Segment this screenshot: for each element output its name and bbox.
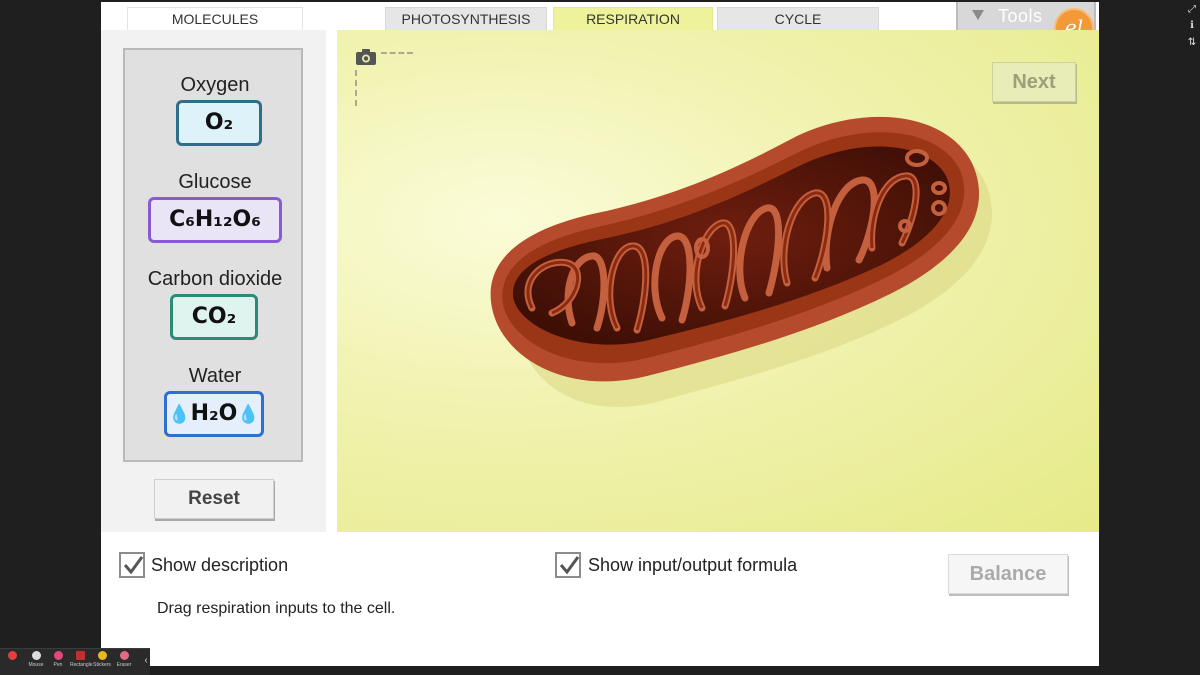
balance-button[interactable]: Balance bbox=[948, 554, 1068, 594]
camera-icon[interactable] bbox=[355, 48, 377, 66]
water-label: Water bbox=[188, 365, 242, 387]
show-description-label[interactable]: Show description bbox=[151, 555, 288, 576]
carbon-dioxide-label: Carbon dioxide bbox=[147, 268, 283, 290]
side-toolbar bbox=[1099, 0, 1200, 674]
reset-button[interactable]: Reset bbox=[154, 479, 274, 519]
water-drop-icon: 💧 bbox=[237, 404, 260, 425]
next-button[interactable]: Next bbox=[992, 62, 1076, 102]
crop-guide bbox=[381, 52, 413, 54]
gizmo-app: MOLECULES PHOTOSYNTHESIS RESPIRATION CYC… bbox=[101, 2, 1099, 666]
taskbar-mouse[interactable]: Mouse bbox=[26, 651, 46, 668]
dropdown-arrow-icon bbox=[972, 10, 984, 20]
water-formula: H₂O bbox=[190, 401, 238, 426]
taskbar-pen[interactable]: Pen bbox=[48, 651, 68, 668]
taskbar-eraser[interactable]: Eraser bbox=[114, 651, 134, 668]
info-icon[interactable]: ℹ bbox=[1186, 20, 1198, 32]
oxygen-label: Oxygen bbox=[180, 74, 250, 96]
tools-label: Tools bbox=[998, 6, 1043, 26]
mouse-icon bbox=[31, 651, 41, 660]
glucose-label: Glucose bbox=[178, 171, 252, 193]
water-molecule[interactable]: 💧H₂O💧 bbox=[164, 391, 264, 437]
tab-cycle[interactable]: CYCLE bbox=[717, 7, 879, 30]
pen-icon bbox=[53, 651, 63, 660]
water-drop-icon: 💧 bbox=[168, 404, 191, 425]
bottom-controls: Show description Show input/output formu… bbox=[101, 536, 1099, 666]
carbon-dioxide-molecule[interactable]: CO₂ bbox=[170, 294, 258, 340]
tab-molecules[interactable]: MOLECULES bbox=[127, 7, 303, 30]
taskbar-rectangle[interactable]: Rectangle bbox=[70, 651, 93, 668]
tab-photosynthesis[interactable]: PHOTOSYNTHESIS bbox=[385, 7, 547, 30]
tab-bar: MOLECULES PHOTOSYNTHESIS RESPIRATION CYC… bbox=[101, 2, 1099, 48]
tab-respiration[interactable]: RESPIRATION bbox=[553, 7, 713, 30]
checkmark-icon bbox=[123, 556, 144, 575]
mitochondrion-image[interactable] bbox=[477, 108, 997, 408]
sticker-icon bbox=[97, 651, 107, 660]
show-formula-label[interactable]: Show input/output formula bbox=[588, 555, 797, 576]
show-formula-checkbox[interactable] bbox=[555, 552, 581, 578]
crop-guide bbox=[355, 70, 357, 106]
annotation-taskbar: Mouse Pen Rectangle Stickers Eraser ‹ bbox=[0, 648, 150, 675]
collapse-chevron-icon[interactable]: ‹ bbox=[136, 655, 156, 666]
taskbar-stickers[interactable]: Stickers bbox=[92, 651, 112, 668]
checkmark-icon bbox=[559, 556, 580, 575]
rectangle-icon bbox=[75, 651, 85, 660]
glucose-molecule[interactable]: C₆H₁₂O₆ bbox=[148, 197, 282, 243]
settings-sliders-icon[interactable]: ⇅ bbox=[1186, 37, 1198, 49]
show-description-checkbox[interactable] bbox=[119, 552, 145, 578]
oxygen-molecule[interactable]: O₂ bbox=[176, 100, 262, 146]
molecules-panel: Oxygen O₂ Glucose C₆H₁₂O₆ Carbon dioxide… bbox=[101, 30, 326, 532]
cell-stage[interactable]: Next bbox=[337, 30, 1099, 532]
record-icon[interactable] bbox=[2, 651, 22, 662]
expand-icon[interactable]: ⤢ bbox=[1186, 4, 1198, 16]
eraser-icon bbox=[119, 651, 129, 660]
description-text: Drag respiration inputs to the cell. bbox=[157, 600, 396, 617]
molecules-tray: Oxygen O₂ Glucose C₆H₁₂O₆ Carbon dioxide… bbox=[123, 48, 303, 462]
